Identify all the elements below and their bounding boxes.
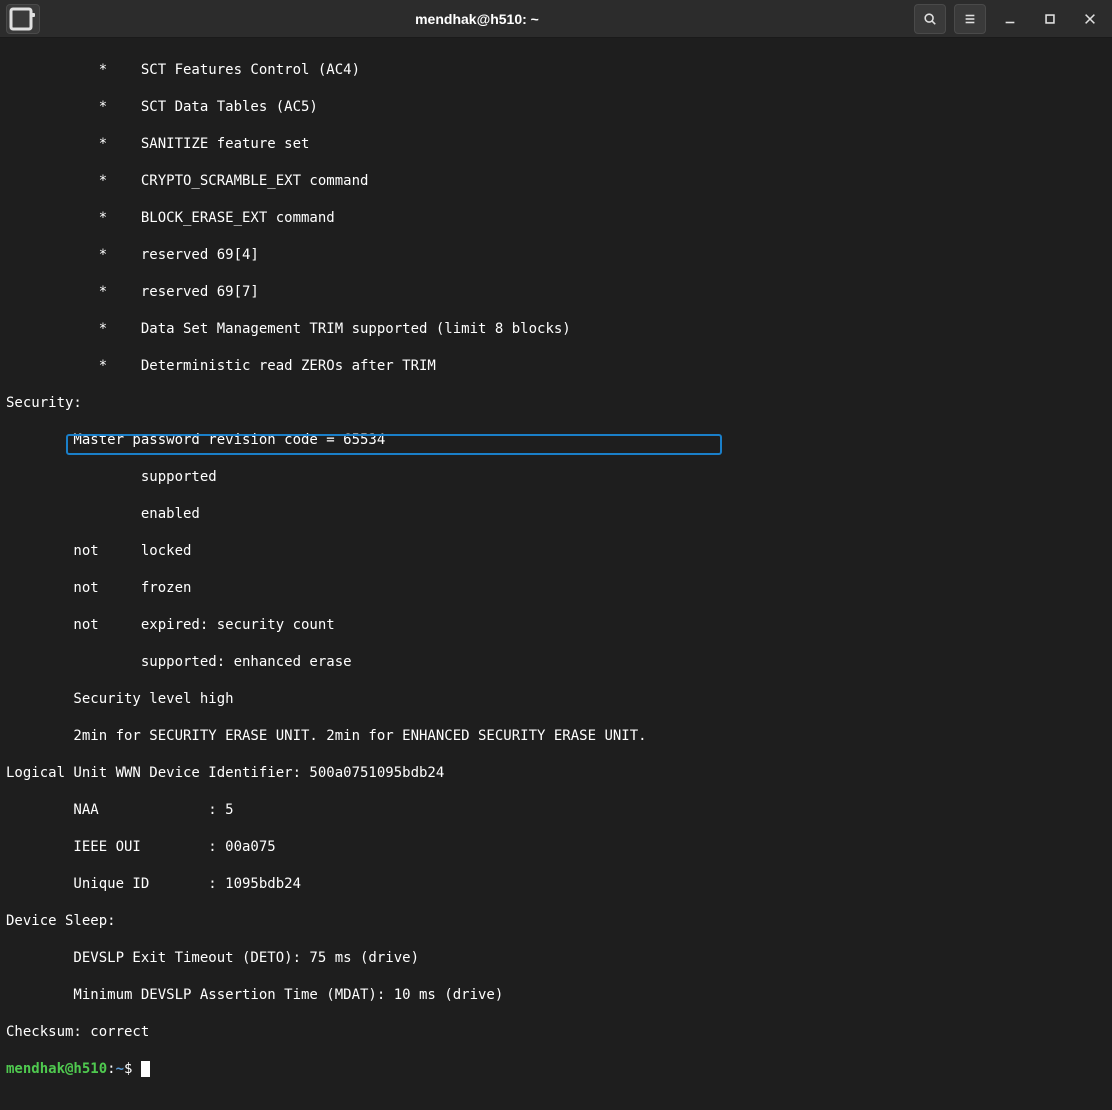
output-line: supported: enhanced erase: [6, 653, 1106, 672]
prompt-path: ~: [116, 1061, 124, 1077]
output-line: Security:: [6, 394, 1106, 413]
terminal-output[interactable]: * SCT Features Control (AC4) * SCT Data …: [0, 38, 1112, 1110]
output-line: enabled: [6, 505, 1106, 524]
window-title: mendhak@h510: ~: [40, 11, 914, 27]
output-line: Checksum: correct: [6, 1023, 1106, 1042]
output-line: not frozen: [6, 579, 1106, 598]
output-line: * CRYPTO_SCRAMBLE_EXT command: [6, 172, 1106, 191]
output-line: Device Sleep:: [6, 912, 1106, 931]
window-controls: [914, 4, 1106, 34]
search-button[interactable]: [914, 4, 946, 34]
output-line: not locked: [6, 542, 1106, 561]
output-line: Master password revision code = 65534: [6, 431, 1106, 450]
output-line: * Deterministic read ZEROs after TRIM: [6, 357, 1106, 376]
output-line: Minimum DEVSLP Assertion Time (MDAT): 10…: [6, 986, 1106, 1005]
prompt-sep: :: [107, 1061, 115, 1077]
output-line: not expired: security count: [6, 616, 1106, 635]
output-line: * reserved 69[4]: [6, 246, 1106, 265]
close-button[interactable]: [1074, 4, 1106, 34]
minimize-button[interactable]: [994, 4, 1026, 34]
output-line: * reserved 69[7]: [6, 283, 1106, 302]
new-tab-button[interactable]: [6, 4, 40, 34]
prompt-suffix: $: [124, 1061, 132, 1077]
output-line: DEVSLP Exit Timeout (DETO): 75 ms (drive…: [6, 949, 1106, 968]
output-line: Security level high: [6, 690, 1106, 709]
output-line: * SCT Features Control (AC4): [6, 61, 1106, 80]
output-line: supported: [6, 468, 1106, 487]
output-line: NAA : 5: [6, 801, 1106, 820]
output-line: IEEE OUI : 00a075: [6, 838, 1106, 857]
output-line: Unique ID : 1095bdb24: [6, 875, 1106, 894]
output-line: * SCT Data Tables (AC5): [6, 98, 1106, 117]
menu-button[interactable]: [954, 4, 986, 34]
prompt-line[interactable]: mendhak@h510:~$: [6, 1060, 1106, 1079]
output-line: * Data Set Management TRIM supported (li…: [6, 320, 1106, 339]
titlebar: mendhak@h510: ~: [0, 0, 1112, 38]
output-line: * SANITIZE feature set: [6, 135, 1106, 154]
maximize-button[interactable]: [1034, 4, 1066, 34]
prompt-user: mendhak@h510: [6, 1061, 107, 1077]
output-line: 2min for SECURITY ERASE UNIT. 2min for E…: [6, 727, 1106, 746]
output-line: * BLOCK_ERASE_EXT command: [6, 209, 1106, 228]
cursor: [141, 1061, 150, 1077]
output-line: Logical Unit WWN Device Identifier: 500a…: [6, 764, 1106, 783]
